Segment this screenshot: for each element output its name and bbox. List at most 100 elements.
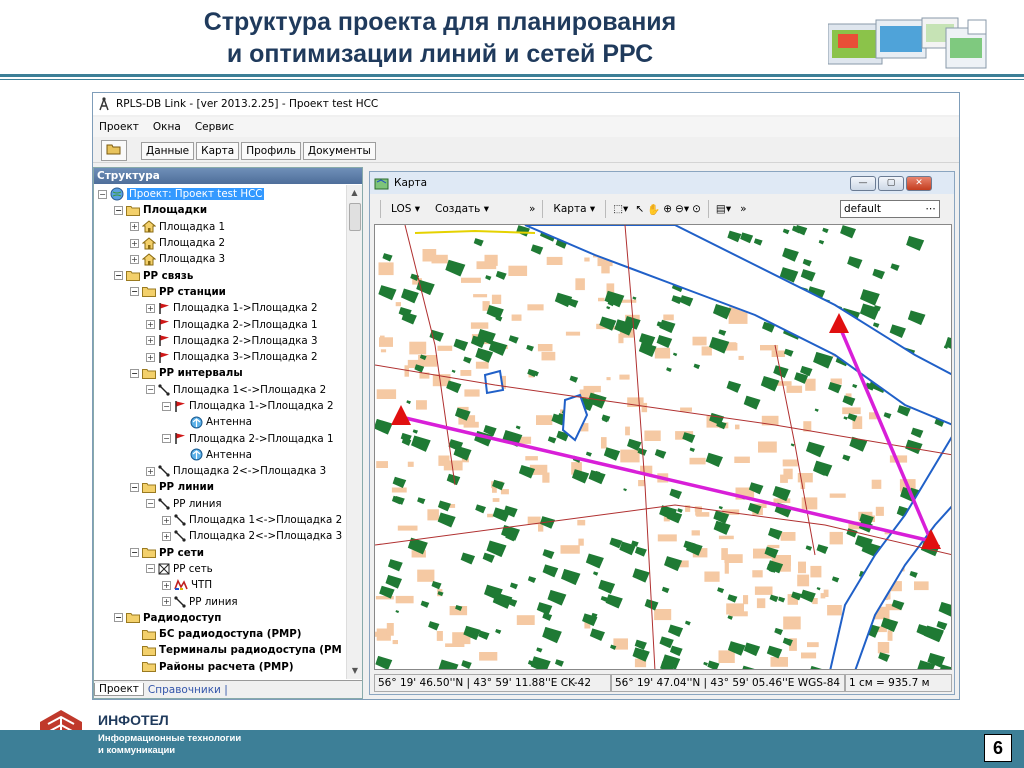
station-flag-icon — [174, 432, 186, 445]
tree-node-label: РР линии — [159, 481, 214, 494]
tree-node[interactable]: − Площадки — [94, 202, 346, 218]
zoom-extent-icon[interactable]: ⊙ — [692, 203, 701, 215]
tree-node[interactable]: − РР сеть — [94, 561, 346, 577]
project-tree[interactable]: − Проект: Проект test HCC − Площадки + Площад… — [94, 185, 346, 679]
tree-node[interactable]: − РР сети — [94, 545, 346, 561]
data-button[interactable]: Данные — [141, 141, 195, 160]
collapse-toggle-icon[interactable]: − — [114, 613, 123, 623]
zoom-in-icon[interactable]: ⊕ — [663, 203, 672, 215]
collapse-toggle-icon[interactable]: − — [114, 271, 123, 281]
map-window[interactable]: Карта — ▢ ✕ LOS ▾ Создать ▾ » Карта ▾ ⬚▾… — [369, 171, 955, 695]
tree-node[interactable]: + ЧТП — [94, 577, 346, 593]
pointer-icon[interactable]: ↖ — [635, 203, 644, 215]
tree-node[interactable]: + Площадка 1<->Площадка 2 — [94, 512, 346, 528]
expand-toggle-icon[interactable]: + — [146, 352, 155, 362]
expand-toggle-icon[interactable]: + — [146, 466, 155, 476]
tree-node[interactable]: + Площадка 2<->Площадка 3 — [94, 463, 346, 479]
zoom-out-icon[interactable]: ⊖▾ — [675, 203, 689, 215]
expand-toggle-icon[interactable]: + — [146, 320, 155, 330]
pan-hand-icon[interactable]: ✋ — [647, 203, 660, 216]
interval-link-icon — [158, 465, 170, 477]
tree-node[interactable]: − Площадка 2->Площадка 1 — [94, 430, 346, 446]
tree-node[interactable]: + Площадка 3->Площадка 2 — [94, 349, 346, 365]
tree-node[interactable]: + Площадка 2->Площадка 3 — [94, 333, 346, 349]
tree-node[interactable]: − РР линии — [94, 479, 346, 495]
tree-node[interactable]: Районы расчета (PMP) — [94, 659, 346, 675]
expand-toggle-icon[interactable]: + — [146, 336, 155, 346]
expand-toggle-icon[interactable]: + — [162, 580, 171, 590]
collapse-toggle-icon[interactable]: − — [146, 385, 155, 395]
collapse-toggle-icon[interactable]: − — [130, 548, 139, 558]
los-label: LOS — [391, 203, 412, 215]
tree-node[interactable]: + Площадка 1->Площадка 2 — [94, 300, 346, 316]
tree-node[interactable]: − РР связь — [94, 267, 346, 283]
los-dropdown[interactable]: LOS ▾ — [388, 202, 423, 216]
tree-node[interactable]: + Площадка 3 — [94, 251, 346, 267]
tree-node-label: Проект: Проект test HCC — [127, 188, 265, 201]
tab-reference[interactable]: Справочники | — [144, 684, 232, 696]
expand-toggle-icon[interactable]: + — [130, 222, 139, 232]
tree-node[interactable]: + Площадка 2->Площадка 1 — [94, 316, 346, 332]
layer-select[interactable]: default ⋯ — [840, 200, 940, 218]
tree-scrollbar[interactable]: ▲ ▼ — [346, 185, 362, 679]
tree-node[interactable]: Антенна — [94, 447, 346, 463]
station-flag-icon — [158, 351, 170, 364]
map-dropdown[interactable]: Карта ▾ — [550, 202, 598, 216]
documents-button[interactable]: Документы — [302, 141, 376, 160]
app-titlebar[interactable]: RPLS-DB Link - [ver 2013.2.25] - Проект … — [93, 93, 959, 115]
tree-node[interactable]: Терминалы радиодоступа (PM — [94, 642, 346, 658]
tree-node[interactable]: + Площадка 1 — [94, 219, 346, 235]
tree-node[interactable]: − РР станции — [94, 284, 346, 300]
minimize-button[interactable]: — — [850, 176, 876, 191]
map-button[interactable]: Карта — [196, 141, 240, 160]
scroll-up-arrow-icon[interactable]: ▲ — [347, 185, 362, 201]
collapse-toggle-icon[interactable]: − — [162, 434, 171, 444]
collapse-toggle-icon[interactable]: − — [162, 401, 171, 411]
collapse-toggle-icon[interactable]: − — [130, 287, 139, 297]
layer-browse-icon[interactable]: ⋯ — [926, 201, 937, 217]
select-region-icon[interactable]: ⬚▾ — [613, 203, 628, 215]
footer-tagline-line2: и коммуникации — [98, 745, 176, 756]
collapse-toggle-icon[interactable]: − — [98, 189, 107, 199]
menu-project[interactable]: Проект — [99, 121, 139, 133]
tree-node[interactable]: + РР линия — [94, 593, 346, 609]
create-dropdown[interactable]: Создать ▾ — [432, 202, 492, 216]
tree-node[interactable]: Антенна — [94, 414, 346, 430]
station-flag-icon — [158, 318, 170, 331]
tree-node[interactable]: + Площадка 2<->Площадка 3 — [94, 528, 346, 544]
tree-node[interactable]: − Радиодоступ — [94, 610, 346, 626]
profile-button[interactable]: Профиль — [241, 141, 301, 160]
collapse-toggle-icon[interactable]: − — [114, 205, 123, 215]
tree-node[interactable]: БС радиодоступа (PMP) — [94, 626, 346, 642]
close-button[interactable]: ✕ — [906, 176, 932, 191]
tree-node[interactable]: − Площадка 1<->Площадка 2 — [94, 382, 346, 398]
expand-toggle-icon[interactable]: + — [162, 515, 171, 525]
expand-toggle-icon[interactable]: + — [146, 303, 155, 313]
map-canvas[interactable] — [374, 224, 952, 670]
collapse-toggle-icon[interactable]: − — [146, 564, 155, 574]
menu-windows[interactable]: Окна — [153, 121, 181, 133]
scroll-thumb[interactable] — [349, 203, 361, 231]
restore-button[interactable]: ▢ — [878, 176, 904, 191]
scroll-down-arrow-icon[interactable]: ▼ — [347, 663, 363, 679]
app-window[interactable]: RPLS-DB Link - [ver 2013.2.25] - Проект … — [92, 92, 960, 700]
tab-project[interactable]: Проект — [94, 683, 144, 696]
menu-service[interactable]: Сервис — [195, 121, 234, 133]
expand-toggle-icon[interactable]: + — [130, 238, 139, 248]
expand-toggle-icon[interactable]: + — [162, 597, 171, 607]
expand-toggle-icon[interactable]: + — [162, 531, 171, 541]
collapse-toggle-icon[interactable]: − — [130, 482, 139, 492]
tree-node-label: Антенна — [206, 416, 252, 429]
layers-icon[interactable]: ▤▾ — [716, 203, 731, 215]
tree-node[interactable]: − РР интервалы — [94, 365, 346, 381]
toolbar-overflow-icon[interactable]: » — [529, 203, 535, 215]
tree-node[interactable]: − Проект: Проект test HCC — [94, 186, 346, 202]
collapse-toggle-icon[interactable]: − — [146, 499, 155, 509]
collapse-toggle-icon[interactable]: − — [130, 368, 139, 378]
open-folder-button[interactable] — [101, 140, 127, 161]
expand-toggle-icon[interactable]: + — [130, 254, 139, 264]
tree-node[interactable]: − Площадка 1->Площадка 2 — [94, 398, 346, 414]
tree-node[interactable]: − РР линия — [94, 496, 346, 512]
toolbar-overflow-icon[interactable]: » — [740, 203, 746, 215]
tree-node[interactable]: + Площадка 2 — [94, 235, 346, 251]
